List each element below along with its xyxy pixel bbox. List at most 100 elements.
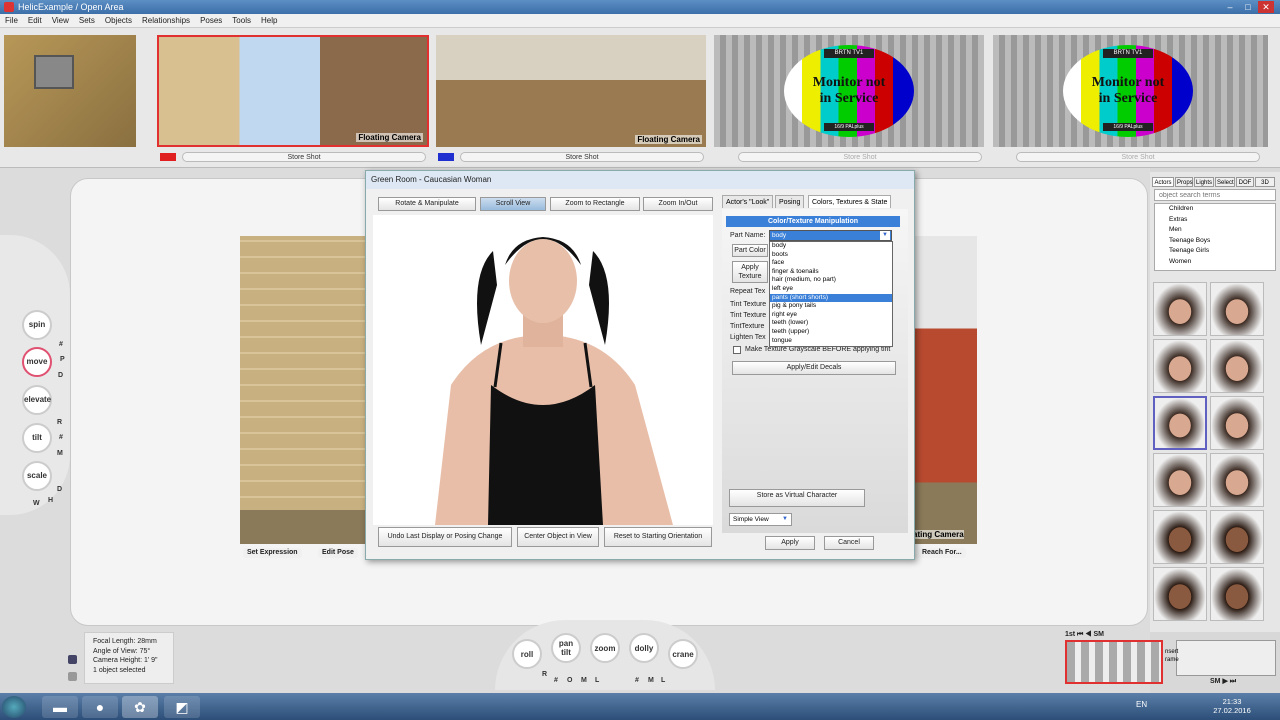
part-option[interactable]: boots	[770, 251, 892, 260]
m-key[interactable]: M	[581, 677, 587, 684]
actor-thumbnail[interactable]	[1153, 282, 1207, 336]
part-option[interactable]: right eye	[770, 311, 892, 320]
scene-view-left[interactable]	[240, 236, 365, 544]
r-key[interactable]: R	[542, 671, 547, 678]
part-option[interactable]: pants (short shorts)	[770, 293, 892, 303]
frame-preview-next[interactable]: nsert rame	[1165, 640, 1276, 676]
monitor-4-view[interactable]: BRTN TV1 Monitor not in Service 16/9 PALp…	[993, 35, 1268, 147]
overhead-map[interactable]	[4, 35, 136, 147]
actor-thumbnail-selected[interactable]	[1153, 396, 1207, 450]
tab-actors-look[interactable]: Actor's "Look"	[722, 195, 774, 208]
store-virtual-character-button[interactable]: Store as Virtual Character	[729, 489, 865, 507]
menu-file[interactable]: File	[0, 14, 23, 28]
l-key[interactable]: L	[661, 677, 665, 684]
zoom-control[interactable]: zoom	[590, 633, 620, 663]
actor-thumbnail[interactable]	[1153, 453, 1207, 507]
tab-actors[interactable]: Actors	[1152, 177, 1174, 187]
store-shot-button[interactable]: Store Shot	[182, 152, 426, 162]
cancel-button[interactable]: Cancel	[824, 536, 874, 550]
actor-thumbnail[interactable]	[1210, 453, 1264, 507]
edit-pose-button[interactable]: Edit Pose	[318, 548, 358, 558]
rotate-manipulate-button[interactable]: Rotate & Manipulate	[378, 197, 476, 211]
part-option[interactable]: finger & toenails	[770, 268, 892, 277]
tab-dof[interactable]: DOF	[1236, 177, 1254, 187]
menu-help[interactable]: Help	[256, 14, 282, 28]
actor-thumbnail[interactable]	[1210, 510, 1264, 564]
camera-1-view[interactable]: Floating Camera	[157, 35, 429, 147]
tree-item-children[interactable]: Children	[1169, 204, 1275, 215]
part-option[interactable]: left eye	[770, 285, 892, 294]
crane-control[interactable]: crane	[668, 639, 698, 669]
category-tree[interactable]: Children Extras Men Teenage Boys Teenage…	[1154, 203, 1276, 271]
zoom-to-rectangle-button[interactable]: Zoom to Rectangle	[550, 197, 640, 211]
object-search-input[interactable]	[1154, 189, 1276, 201]
store-shot-button[interactable]: Store Shot	[460, 152, 704, 162]
frame-nav-first[interactable]: 1st ⏮ ◀ SM	[1065, 631, 1104, 639]
store-shot-button[interactable]: Store Shot	[738, 152, 982, 162]
apply-button[interactable]: Apply	[765, 536, 815, 550]
part-color-button[interactable]: Part Color	[732, 244, 768, 257]
store-shot-button[interactable]: Store Shot	[1016, 152, 1260, 162]
tree-item-women[interactable]: Women	[1169, 257, 1275, 268]
app-taskbar-icon[interactable]: ✿	[122, 696, 158, 718]
part-name-dropdown[interactable]: body boots face finger & toenails hair (medi…	[769, 241, 893, 347]
r-key[interactable]: R	[57, 419, 62, 426]
tab-props[interactable]: Props	[1175, 177, 1193, 187]
actor-thumbnail[interactable]	[1153, 510, 1207, 564]
w-key[interactable]: W	[33, 500, 40, 507]
o-key[interactable]: O	[567, 677, 572, 684]
part-name-select[interactable]: body ▼	[769, 230, 892, 241]
center-object-button[interactable]: Center Object in View	[517, 527, 599, 547]
zoom-in-out-button[interactable]: Zoom In/Out	[643, 197, 713, 211]
view-mode-select[interactable]: Simple View ▼	[729, 513, 792, 526]
camera-lock-icon[interactable]	[68, 655, 77, 664]
hash-key[interactable]: #	[59, 434, 63, 441]
spin-control[interactable]: spin	[22, 310, 52, 340]
tree-item-extras[interactable]: Extras	[1169, 215, 1275, 226]
hash-key[interactable]: #	[554, 677, 558, 684]
scale-control[interactable]: scale	[22, 461, 52, 491]
hash-key[interactable]: #	[635, 677, 639, 684]
hash-key[interactable]: #	[59, 341, 63, 348]
actor-thumbnail[interactable]	[1153, 339, 1207, 393]
tab-colors-textures[interactable]: Colors, Textures & State	[808, 195, 892, 208]
tab-select[interactable]: Select	[1215, 177, 1235, 187]
tilt-control[interactable]: tilt	[22, 423, 52, 453]
part-option[interactable]: tongue	[770, 337, 892, 346]
reset-orientation-button[interactable]: Reset to Starting Orientation	[604, 527, 712, 547]
tree-item-men[interactable]: Men	[1169, 225, 1275, 236]
actor-thumbnail[interactable]	[1210, 567, 1264, 621]
apply-texture-button[interactable]: Apply Texture	[732, 261, 768, 283]
start-button[interactable]	[2, 696, 26, 718]
part-option[interactable]: pig & pony tails	[770, 302, 892, 311]
menu-relationships[interactable]: Relationships	[137, 14, 195, 28]
menu-view[interactable]: View	[47, 14, 74, 28]
language-indicator[interactable]: EN	[1136, 700, 1147, 709]
settings-icon[interactable]	[68, 672, 77, 681]
roll-control[interactable]: roll	[512, 639, 542, 669]
set-expression-button[interactable]: Set Expression	[243, 548, 302, 558]
d-key[interactable]: D	[58, 372, 63, 379]
part-option[interactable]: teeth (upper)	[770, 328, 892, 337]
part-option[interactable]: hair (medium, no part)	[770, 276, 892, 285]
scroll-view-button[interactable]: Scroll View	[480, 197, 546, 211]
tree-item-teenage-boys[interactable]: Teenage Boys	[1169, 236, 1275, 247]
apply-edit-decals-button[interactable]: Apply/Edit Decals	[732, 361, 896, 375]
clock[interactable]: 21:33 27.02.2016	[1212, 697, 1252, 715]
menu-poses[interactable]: Poses	[195, 14, 227, 28]
scene-view-right[interactable]: ating Camera	[913, 236, 977, 544]
dolly-control[interactable]: dolly	[629, 633, 659, 663]
firefox-icon[interactable]: ●	[82, 696, 118, 718]
explorer-icon[interactable]: ▬	[42, 696, 78, 718]
actor-thumbnail[interactable]	[1210, 396, 1264, 450]
blue-camera-icon[interactable]	[438, 153, 454, 161]
actor-thumbnail[interactable]	[1210, 339, 1264, 393]
minimize-button[interactable]: ‒	[1222, 1, 1238, 13]
undo-button[interactable]: Undo Last Display or Posing Change	[378, 527, 512, 547]
reach-for-button[interactable]: Reach For...	[918, 548, 966, 558]
m-key[interactable]: M	[648, 677, 654, 684]
camera-2-view[interactable]: Floating Camera	[436, 35, 706, 147]
tree-item-teenage-girls[interactable]: Teenage Girls	[1169, 246, 1275, 257]
part-option[interactable]: teeth (lower)	[770, 319, 892, 328]
l-key[interactable]: L	[595, 677, 599, 684]
